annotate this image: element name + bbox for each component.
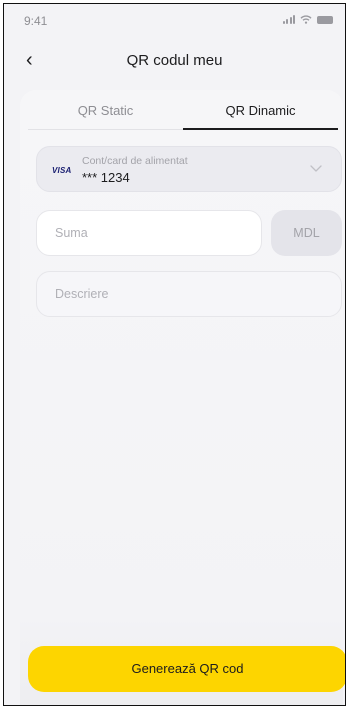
amount-placeholder: Suma xyxy=(55,226,88,240)
chevron-down-icon[interactable] xyxy=(309,161,323,175)
visa-logo: VISA xyxy=(52,166,72,175)
amount-field[interactable]: Suma xyxy=(36,210,262,256)
card-number: *** 1234 xyxy=(82,170,130,185)
tab-qr-dynamic[interactable]: QR Dinamic xyxy=(183,100,338,130)
generate-qr-button[interactable]: Generează QR cod xyxy=(28,646,345,692)
navigation-bar: ‹ QR codul meu xyxy=(4,46,345,76)
funding-card-select[interactable]: VISA Cont/card de alimentat *** 1234 xyxy=(36,146,342,192)
page-title: QR codul meu xyxy=(126,52,223,69)
tab-qr-static[interactable]: QR Static xyxy=(28,100,183,130)
phone-frame: 9:41 ‹ QR codul meu QR Static QR Dinamic… xyxy=(3,3,346,706)
description-placeholder: Descriere xyxy=(55,287,109,301)
currency-selector[interactable]: MDL xyxy=(271,210,342,256)
card-select-label: Cont/card de alimentat xyxy=(82,155,188,167)
signal-icon xyxy=(282,15,295,24)
description-field[interactable]: Descriere xyxy=(36,271,342,317)
wifi-icon xyxy=(300,15,312,24)
status-time: 9:41 xyxy=(24,14,48,28)
battery-icon xyxy=(317,16,333,24)
status-bar: 9:41 xyxy=(4,4,345,34)
qr-sheet: QR Static QR Dinamic VISA Cont/card de a… xyxy=(20,90,343,705)
qr-tabs: QR Static QR Dinamic xyxy=(28,100,338,130)
status-icons xyxy=(282,15,333,24)
